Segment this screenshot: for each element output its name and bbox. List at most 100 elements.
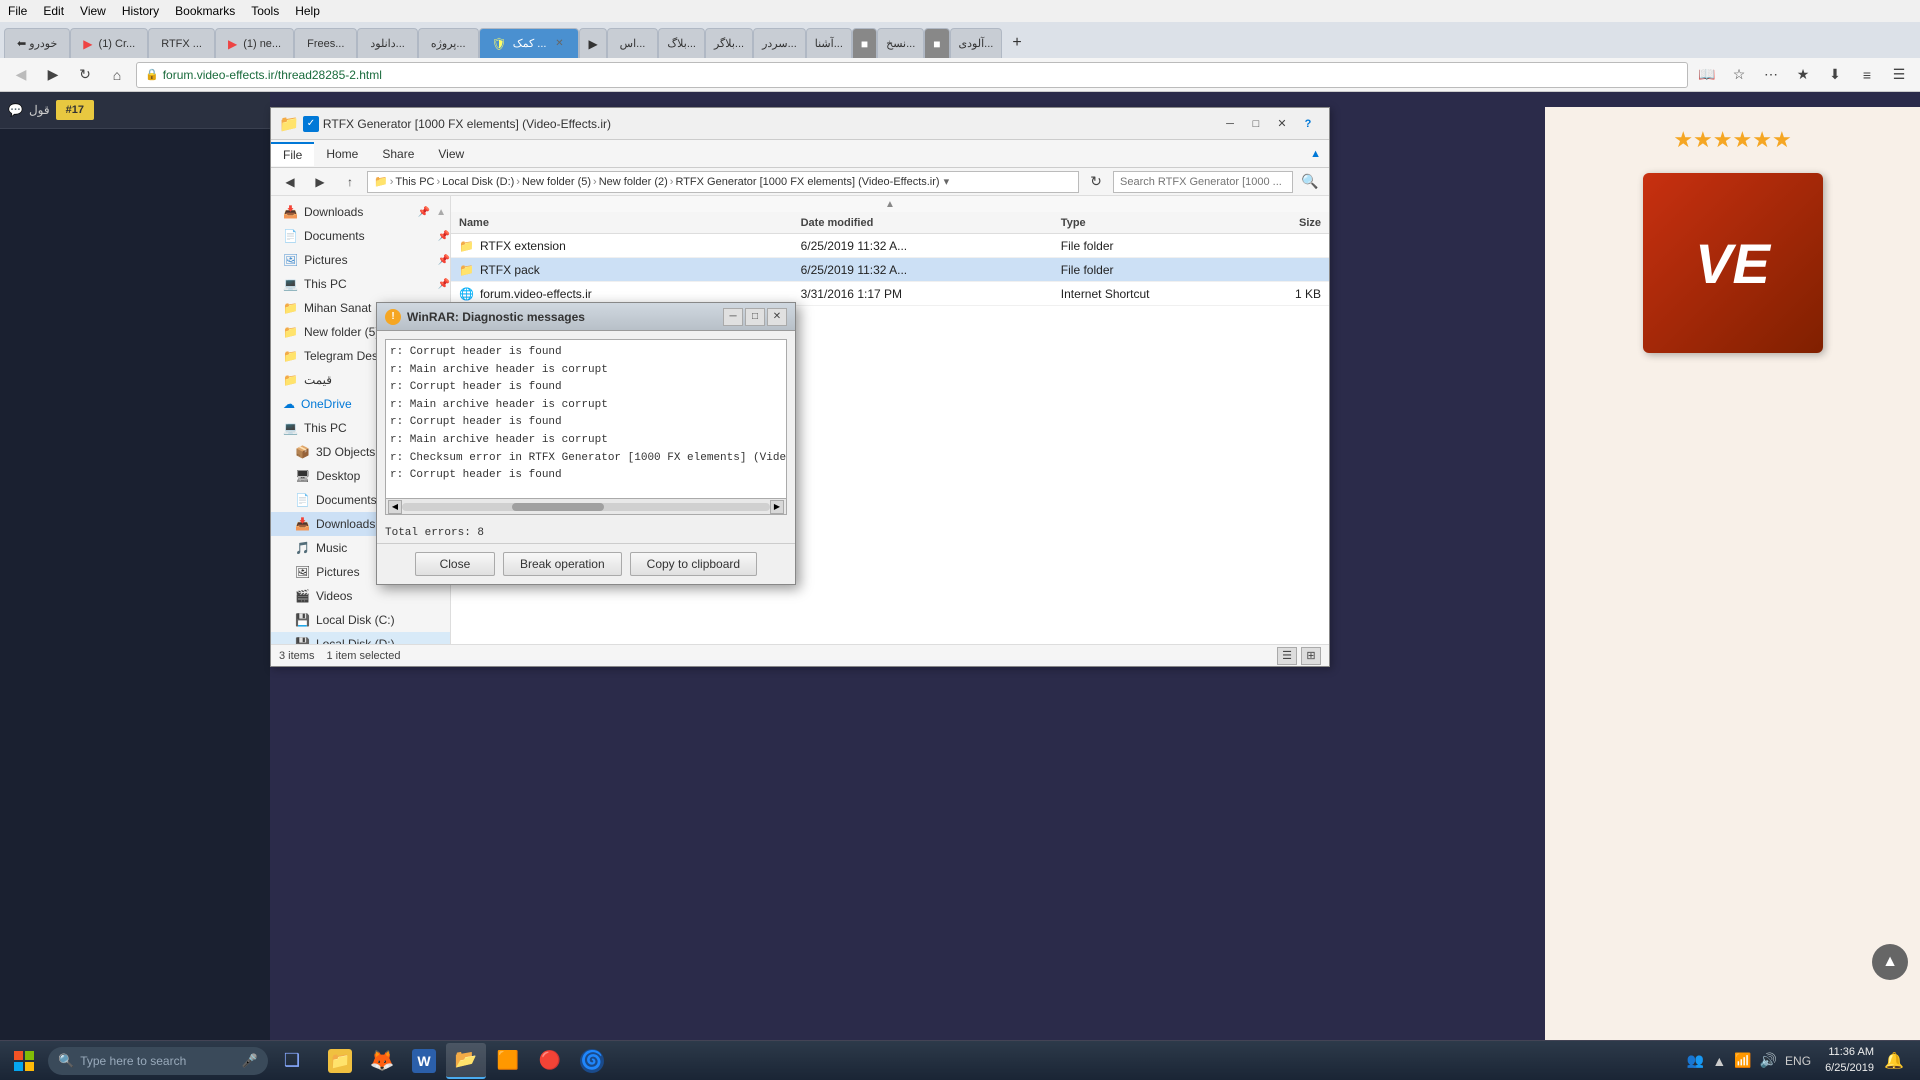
explorer-forward-btn[interactable]: ▶ [307, 169, 333, 195]
back-button[interactable]: ◀ [8, 62, 34, 88]
notification-button[interactable]: 🔔 [1880, 1043, 1908, 1079]
menu-view[interactable]: View [80, 4, 106, 18]
view-details-btn[interactable]: ☰ [1277, 647, 1297, 665]
tab-more4[interactable]: آشنا... [806, 28, 852, 58]
break-operation-button[interactable]: Break operation [503, 552, 622, 576]
sidebar-item-documents-quick[interactable]: 📄 Documents 📌 [271, 224, 450, 248]
sidebar-item-localc[interactable]: 💾 Local Disk (C:) [271, 608, 450, 632]
close-button[interactable]: Close [415, 552, 495, 576]
explorer-search-btn[interactable]: 🔍 [1297, 169, 1323, 195]
taskbar-app-7[interactable]: 🔴 [530, 1043, 570, 1079]
home-button[interactable]: ⌂ [104, 62, 130, 88]
tab-new[interactable]: + [1002, 28, 1031, 58]
chat-tab-id[interactable]: #17 [56, 100, 94, 120]
dialog-maximize-btn[interactable]: □ [745, 308, 765, 326]
path-rtfx[interactable]: RTFX Generator [1000 FX elements] (Video… [675, 176, 939, 188]
scroll-up-button[interactable]: ▲ [1872, 944, 1908, 980]
file-row-1[interactable]: 📁 RTFX pack 6/25/2019 11:32 A... File fo… [451, 258, 1329, 282]
address-bar[interactable]: 🔒 forum.video-effects.ir/thread28285-2.h… [136, 62, 1688, 88]
sidebar-button[interactable]: ≡ [1854, 62, 1880, 88]
menu-help[interactable]: Help [295, 4, 320, 18]
explorer-minimize-btn[interactable]: ─ [1217, 114, 1243, 134]
tab-5[interactable]: دانلود... [357, 28, 417, 58]
tab-more3[interactable]: سردر... [753, 28, 806, 58]
network-icon[interactable]: 📶 [1734, 1052, 1751, 1069]
explorer-path[interactable]: 📁 › This PC › Local Disk (D:) › New fold… [367, 171, 1079, 193]
path-dropdown[interactable]: ▾ [944, 175, 950, 188]
people-icon[interactable]: 👥 [1687, 1052, 1704, 1069]
extensions-button[interactable]: ⋯ [1758, 62, 1784, 88]
lang-label[interactable]: ENG [1785, 1054, 1811, 1068]
dialog-minimize-btn[interactable]: ─ [723, 308, 743, 326]
tab-6[interactable]: پروژه... [418, 28, 479, 58]
tab-more7[interactable]: ■ [924, 28, 949, 58]
reader-view-button[interactable]: 📖 [1694, 62, 1720, 88]
ribbon-expand-btn[interactable]: ▲ [1302, 144, 1329, 164]
ribbon-tab-file[interactable]: File [271, 142, 314, 166]
sidebar-item-locald[interactable]: 💾 Local Disk (D:) [271, 632, 450, 644]
menu-tools[interactable]: Tools [251, 4, 279, 18]
taskbar-app-6[interactable]: 🟧 [488, 1043, 528, 1079]
filelist-sort-arrow[interactable]: ▲ [451, 196, 1329, 212]
explorer-search-input[interactable] [1113, 171, 1293, 193]
forward-button[interactable]: ▶ [40, 62, 66, 88]
col-date-header[interactable]: Date modified [793, 217, 1053, 229]
explorer-back-btn[interactable]: ◀ [277, 169, 303, 195]
file-row-0[interactable]: 📁 RTFX extension 6/25/2019 11:32 A... Fi… [451, 234, 1329, 258]
sidebar-item-pictures-quick[interactable]: 🖼 Pictures 📌 [271, 248, 450, 272]
tab-7-close[interactable]: ✕ [552, 37, 566, 51]
path-disk[interactable]: Local Disk (D:) [442, 176, 514, 188]
tab-2[interactable]: RTFX ... [148, 28, 215, 58]
tab-more2[interactable]: بلاگر... [705, 28, 753, 58]
tab-more6[interactable]: نسخ... [877, 28, 924, 58]
app-menu-button[interactable]: ☰ [1886, 62, 1912, 88]
tab-1[interactable]: ▶ (1) Cr... [70, 28, 148, 58]
taskbar-app-word[interactable]: W [404, 1043, 444, 1079]
system-clock[interactable]: 11:36 AM 6/25/2019 [1825, 1045, 1874, 1076]
bookmarks-button[interactable]: ☆ [1726, 62, 1752, 88]
col-name-header[interactable]: Name [451, 217, 793, 229]
taskbar-app-8[interactable]: 🌀 [572, 1043, 612, 1079]
ribbon-tab-home[interactable]: Home [314, 143, 370, 165]
path-pc[interactable]: This PC [395, 176, 434, 188]
tab-3[interactable]: ▶ (1) ne... [215, 28, 294, 58]
path-folder5[interactable]: New folder (5) [522, 176, 591, 188]
col-type-header[interactable]: Type [1053, 217, 1232, 229]
taskbar-app-files[interactable]: 📂 [446, 1043, 486, 1079]
taskbar-search-bar[interactable]: 🔍 Type here to search 🎤 [48, 1047, 268, 1075]
tab-more5[interactable]: ■ [852, 28, 877, 58]
explorer-up-btn[interactable]: ↑ [337, 169, 363, 195]
col-size-header[interactable]: Size [1232, 217, 1329, 229]
tab-more8[interactable]: آلودی... [950, 28, 1003, 58]
sidebar-item-thispc-quick[interactable]: 💻 This PC 📌 [271, 272, 450, 296]
tab-0[interactable]: ⬅ خودرو [4, 28, 70, 58]
sidebar-item-downloads-quick[interactable]: 📥 Downloads 📌 ▲ [271, 200, 450, 224]
ribbon-tab-share[interactable]: Share [370, 143, 426, 165]
tab-more[interactable]: بلاگ... [658, 28, 705, 58]
explorer-maximize-btn[interactable]: □ [1243, 114, 1269, 134]
star-button[interactable]: ★ [1790, 62, 1816, 88]
menu-bookmarks[interactable]: Bookmarks [175, 4, 235, 18]
tab-7-active[interactable]: 🛡 کمک ... ✕ [479, 28, 580, 58]
copy-clipboard-button[interactable]: Copy to clipboard [630, 552, 757, 576]
tab-arrow-next[interactable]: ▶ [579, 28, 606, 58]
taskbar-app-explorer[interactable]: 📁 [320, 1043, 360, 1079]
ribbon-tab-view[interactable]: View [426, 143, 476, 165]
scrollbar-thumb[interactable] [512, 503, 604, 511]
mic-icon[interactable]: 🎤 [242, 1053, 258, 1069]
taskbar-app-firefox[interactable]: 🦊 [362, 1043, 402, 1079]
download-button[interactable]: ⬇ [1822, 62, 1848, 88]
path-folder2[interactable]: New folder (2) [599, 176, 668, 188]
explorer-help-btn[interactable]: ? [1295, 114, 1321, 134]
scroll-left-btn[interactable]: ◀ [388, 500, 402, 514]
volume-icon[interactable]: 🔊 [1760, 1052, 1777, 1069]
message-area[interactable]: r: Corrupt header is found r: Main archi… [385, 339, 787, 499]
tab-4[interactable]: Frees... [294, 28, 357, 58]
view-large-btn[interactable]: ⊞ [1301, 647, 1321, 665]
taskview-button[interactable]: ❑ [272, 1043, 312, 1079]
horizontal-scrollbar[interactable]: ◀ ▶ [385, 499, 787, 515]
menu-history[interactable]: History [122, 4, 159, 18]
menu-file[interactable]: File [8, 4, 27, 18]
explorer-close-btn[interactable]: ✕ [1269, 114, 1295, 134]
explorer-refresh-btn[interactable]: ↻ [1083, 169, 1109, 195]
